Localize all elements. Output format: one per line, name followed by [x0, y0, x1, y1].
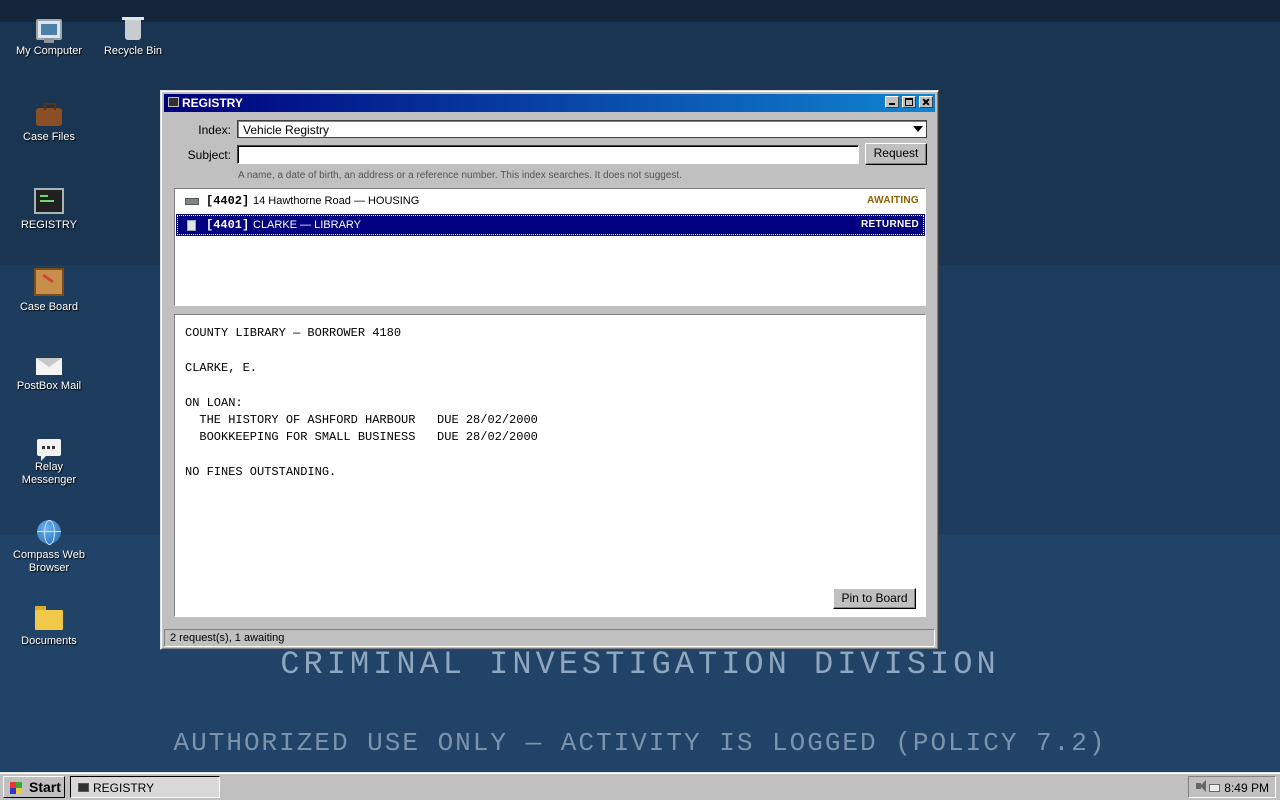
- subject-label: Subject:: [187, 148, 231, 162]
- briefcase-icon: [36, 103, 62, 126]
- desktop-icon-label: Recycle Bin: [103, 45, 163, 57]
- document-line: COUNTY LIBRARY — BORROWER 4180: [185, 326, 402, 340]
- close-button[interactable]: [919, 96, 933, 108]
- request-subject: CLARKE — LIBRARY: [253, 219, 362, 231]
- wallpaper-warning: AUTHORIZED USE ONLY — ACTIVITY IS LOGGED…: [173, 728, 1107, 758]
- terminal-icon: [78, 783, 89, 792]
- desktop-icon-compass-browser[interactable]: Compass Web Browser: [7, 520, 91, 575]
- request-id: [4401]: [206, 218, 250, 232]
- computer-icon: [36, 19, 62, 43]
- pin-to-board-button[interactable]: Pin to Board: [833, 588, 916, 609]
- subject-input[interactable]: [237, 145, 859, 164]
- envelope-icon: [36, 358, 62, 375]
- start-label: Start: [29, 779, 61, 795]
- window-title: REGISTRY: [182, 96, 243, 110]
- taskbar-item-label: REGISTRY: [93, 781, 155, 795]
- desktop-icon-label: My Computer: [15, 45, 83, 57]
- desktop-icon-my-computer[interactable]: My Computer: [7, 16, 91, 58]
- desktop-icon-label: Case Board: [19, 301, 79, 313]
- request-row-selected[interactable]: [4401] CLARKE — LIBRARY RETURNED: [176, 214, 925, 236]
- desktop-icon-relay-messenger[interactable]: Relay Messenger: [7, 436, 91, 487]
- request-status: RETURNED: [861, 219, 919, 230]
- corkboard-icon: [34, 268, 64, 296]
- system-tray: 8:49 PM: [1188, 776, 1276, 798]
- document-icon: [187, 220, 196, 231]
- taskbar: Start REGISTRY 8:49 PM: [0, 772, 1280, 800]
- request-id: [4402]: [206, 194, 250, 208]
- desktop-icon-label: Compass Web Browser: [13, 549, 85, 574]
- terminal-icon: [34, 188, 64, 214]
- maximize-button[interactable]: [902, 96, 916, 108]
- folder-icon: [35, 606, 63, 630]
- status-bar: 2 request(s), 1 awaiting: [164, 629, 935, 647]
- windows-logo-icon: [10, 782, 22, 794]
- request-subject: 14 Hawthorne Road — HOUSING: [253, 195, 420, 207]
- pending-request-icon: [185, 198, 199, 205]
- desktop-icon-label: Relay Messenger: [21, 461, 77, 486]
- document-line: NO FINES OUTSTANDING.: [185, 465, 337, 479]
- document-line: THE HISTORY OF ASHFORD HARBOUR DUE 28/02…: [185, 413, 538, 427]
- index-label: Index:: [198, 123, 231, 137]
- terminal-icon: [168, 97, 179, 107]
- chevron-down-icon: [913, 126, 923, 132]
- desktop-icon-recycle-bin[interactable]: Recycle Bin: [91, 16, 175, 58]
- registry-window: REGISTRY Index: Vehicle Registry Subject…: [160, 90, 939, 650]
- mail-notification-icon[interactable]: [1209, 784, 1220, 792]
- document-view: COUNTY LIBRARY — BORROWER 4180 CLARKE, E…: [174, 314, 926, 617]
- speaker-icon[interactable]: [1196, 780, 1206, 792]
- chat-bubble-icon: [37, 439, 61, 461]
- desktop-icon-case-board[interactable]: Case Board: [7, 268, 91, 314]
- desktop-icon-label: Case Files: [23, 131, 75, 143]
- desktop-icon-label: Documents: [21, 635, 77, 647]
- minimize-button[interactable]: [885, 96, 899, 108]
- desktop-icon-label: PostBox Mail: [16, 380, 82, 392]
- document-line: BOOKKEEPING FOR SMALL BUSINESS DUE 28/02…: [185, 430, 538, 444]
- document-line: CLARKE, E.: [185, 361, 258, 375]
- request-row[interactable]: [4402] 14 Hawthorne Road — HOUSING AWAIT…: [176, 190, 925, 212]
- request-button[interactable]: Request: [865, 143, 927, 165]
- desktop-icon-registry[interactable]: REGISTRY: [7, 184, 91, 232]
- request-list: [4402] 14 Hawthorne Road — HOUSING AWAIT…: [174, 188, 926, 306]
- start-button[interactable]: Start: [3, 776, 65, 798]
- subject-hint: A name, a date of birth, an address or a…: [238, 170, 682, 181]
- desktop-icon-label: REGISTRY: [20, 219, 78, 231]
- status-text: 2 request(s), 1 awaiting: [170, 632, 285, 644]
- window-titlebar[interactable]: REGISTRY: [164, 94, 935, 112]
- index-select-value: Vehicle Registry: [243, 123, 330, 137]
- index-select[interactable]: Vehicle Registry: [237, 120, 927, 138]
- wallpaper-subtitle: CRIMINAL INVESTIGATION DIVISION: [280, 646, 1000, 683]
- desktop-icon-postbox-mail[interactable]: PostBox Mail: [7, 352, 91, 393]
- desktop-icon-documents[interactable]: Documents: [7, 604, 91, 648]
- document-line: ON LOAN:: [185, 396, 243, 410]
- globe-icon: [37, 520, 61, 545]
- taskbar-item-registry[interactable]: REGISTRY: [70, 776, 220, 798]
- clock[interactable]: 8:49 PM: [1224, 781, 1269, 795]
- recycle-bin-icon: [122, 17, 144, 40]
- desktop-icon-case-files[interactable]: Case Files: [7, 100, 91, 144]
- request-status: AWAITING: [867, 195, 919, 206]
